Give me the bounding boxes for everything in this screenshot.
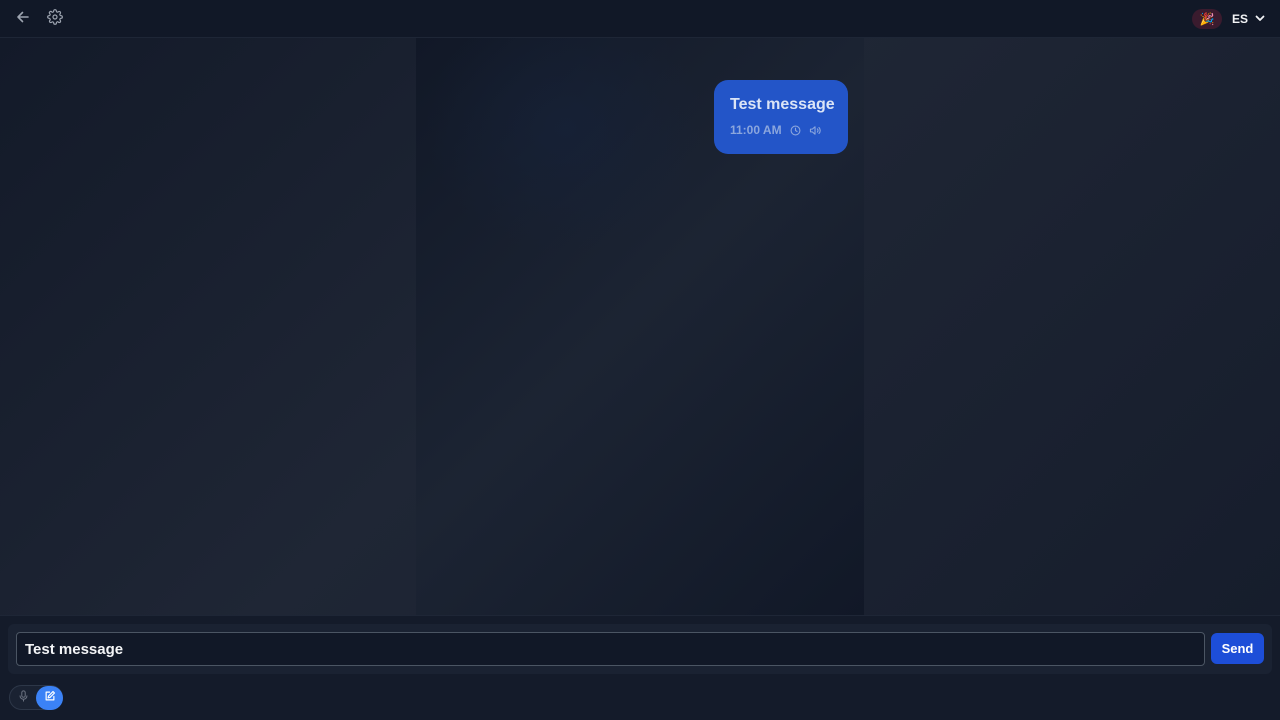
edit-icon (44, 689, 56, 707)
party-popper-icon: 🎉 (1199, 12, 1215, 26)
message-meta: 11:00 AM (730, 123, 848, 137)
conversation-area (0, 38, 1280, 615)
settings-button[interactable] (43, 7, 67, 31)
chevron-down-icon (1255, 12, 1265, 26)
message-composer: Send (8, 624, 1272, 674)
chat-app: 🎉 ES Test message 11:00 AM Test message … (0, 0, 1280, 720)
message-time: 11:00 AM (730, 123, 782, 137)
arrow-left-icon (15, 9, 31, 30)
language-label: ES (1232, 12, 1249, 26)
celebration-badge[interactable]: 🎉 (1192, 9, 1222, 29)
text-mode-button[interactable] (36, 686, 63, 710)
message-input[interactable] (16, 632, 1205, 666)
message-text: Test message (730, 96, 835, 113)
gear-icon (47, 8, 63, 30)
language-selector[interactable]: ES (1232, 9, 1265, 29)
back-button[interactable] (11, 7, 35, 31)
message-bubble: Test message 11:00 AM (714, 80, 848, 154)
voice-mode-button[interactable] (14, 689, 32, 707)
input-mode-toggle (9, 685, 63, 710)
clock-icon (790, 125, 801, 136)
speaker-icon[interactable] (809, 125, 822, 136)
composer-divider (0, 615, 1280, 616)
send-button[interactable]: Send (1211, 633, 1264, 664)
microphone-icon (18, 689, 29, 707)
top-bar: 🎉 ES (0, 0, 1280, 38)
